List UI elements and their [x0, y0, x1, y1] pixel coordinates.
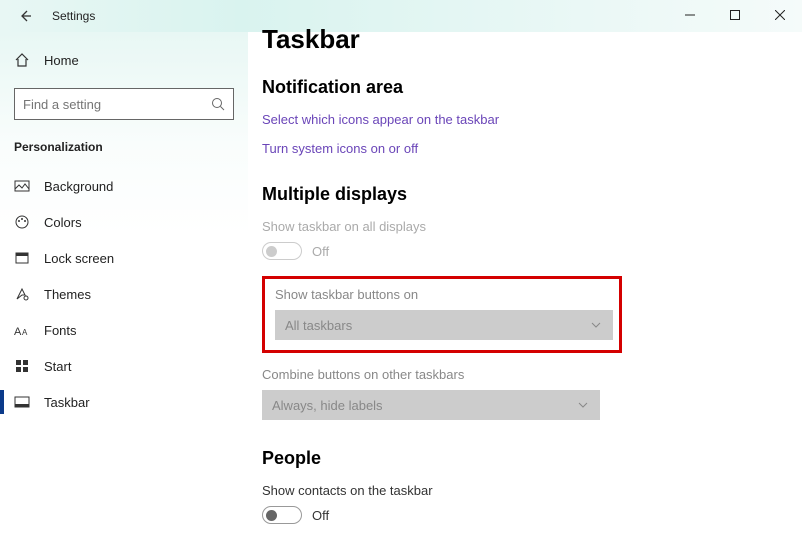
search-field[interactable] [23, 97, 211, 112]
sidebar-category: Personalization [0, 134, 248, 168]
start-icon [14, 358, 30, 374]
fonts-icon: AA [14, 322, 30, 338]
sidebar: Home Personalization Background Colors L… [0, 32, 248, 539]
label-show-taskbar-all: Show taskbar on all displays [262, 219, 782, 234]
svg-text:A: A [14, 326, 22, 337]
sidebar-item-lockscreen[interactable]: Lock screen [0, 240, 248, 276]
heading-notification: Notification area [262, 77, 782, 98]
dropdown-show-buttons-on: All taskbars [275, 310, 613, 340]
home-icon [14, 52, 30, 68]
sidebar-item-colors[interactable]: Colors [0, 204, 248, 240]
dropdown-combine-buttons: Always, hide labels [262, 390, 600, 420]
section-notification: Notification area Select which icons app… [262, 77, 782, 156]
svg-text:A: A [22, 328, 28, 337]
sidebar-item-start[interactable]: Start [0, 348, 248, 384]
chevron-down-icon [578, 402, 588, 408]
taskbar-icon [14, 394, 30, 410]
search-input[interactable] [14, 88, 234, 120]
picture-icon [14, 178, 30, 194]
themes-icon [14, 286, 30, 302]
toggle-show-contacts[interactable]: Off [262, 506, 782, 524]
section-people: People Show contacts on the taskbar Off … [262, 448, 782, 539]
section-multiple-displays: Multiple displays Show taskbar on all di… [262, 184, 782, 420]
toggle-switch[interactable] [262, 506, 302, 524]
label-combine-buttons: Combine buttons on other taskbars [262, 367, 782, 382]
link-system-icons[interactable]: Turn system icons on or off [262, 141, 782, 156]
search-icon [211, 97, 225, 111]
label-show-buttons-on: Show taskbar buttons on [275, 287, 609, 302]
page-title: Taskbar [262, 24, 782, 55]
lockscreen-icon [14, 250, 30, 266]
chevron-down-icon [591, 322, 601, 328]
sidebar-item-fonts[interactable]: AA Fonts [0, 312, 248, 348]
sidebar-home[interactable]: Home [0, 42, 248, 78]
toggle-show-taskbar-all: Off [262, 242, 782, 260]
sidebar-item-background[interactable]: Background [0, 168, 248, 204]
heading-multiple: Multiple displays [262, 184, 782, 205]
toggle-state: Off [312, 244, 329, 259]
window-title: Settings [52, 9, 95, 23]
sidebar-item-taskbar[interactable]: Taskbar [0, 384, 248, 420]
back-icon[interactable] [18, 9, 32, 23]
label-show-contacts: Show contacts on the taskbar [262, 483, 782, 498]
highlight-show-taskbar-buttons: Show taskbar buttons on All taskbars [262, 276, 622, 353]
heading-people: People [262, 448, 782, 469]
dropdown-value: Always, hide labels [272, 398, 383, 413]
palette-icon [14, 214, 30, 230]
dropdown-value: All taskbars [285, 318, 352, 333]
content: Taskbar Notification area Select which i… [262, 24, 782, 539]
sidebar-home-label: Home [44, 53, 79, 68]
toggle-state: Off [312, 508, 329, 523]
sidebar-item-themes[interactable]: Themes [0, 276, 248, 312]
toggle-switch [262, 242, 302, 260]
link-select-icons[interactable]: Select which icons appear on the taskbar [262, 112, 782, 127]
